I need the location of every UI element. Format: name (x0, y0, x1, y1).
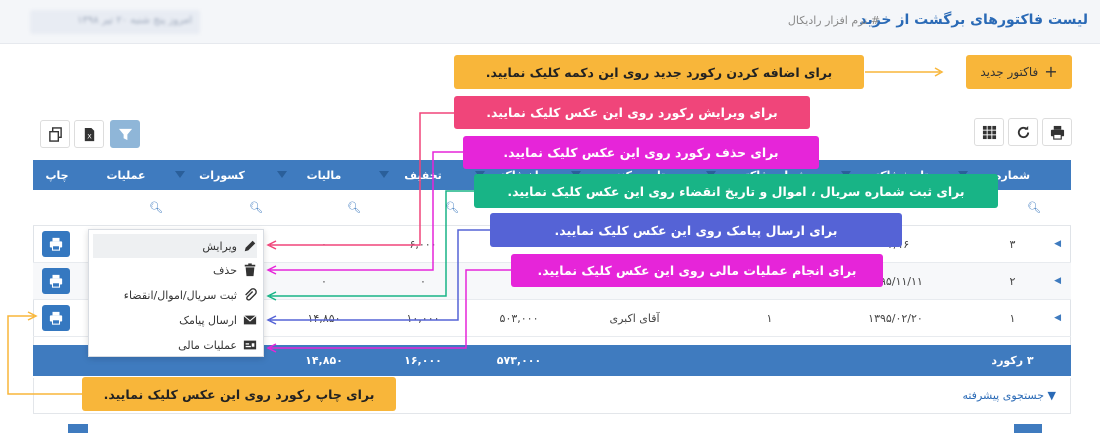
callout-delete: برای حذف رکورد روی این عکس کلیک نمایید. (463, 136, 819, 169)
pagination-button[interactable] (68, 424, 88, 433)
pagination-button[interactable] (1014, 424, 1042, 433)
callout-serial: برای ثبت شماره سریال ، اموال و تاریخ انق… (474, 174, 998, 208)
callout-print: برای چاپ رکورد روی این عکس کلیک نمایید. (82, 377, 396, 411)
callout-sms: برای ارسال پیامک روی این عکس کلیک نمایید… (490, 213, 902, 247)
callout-edit: برای ویرایش رکورد روی این عکس کلیک نمایی… (454, 96, 810, 129)
callout-finance: برای انجام عملیات مالی روی این عکس کلیک … (511, 254, 883, 287)
callout-add: برای اضافه کردن رکورد جدید روی این دکمه … (454, 55, 864, 89)
